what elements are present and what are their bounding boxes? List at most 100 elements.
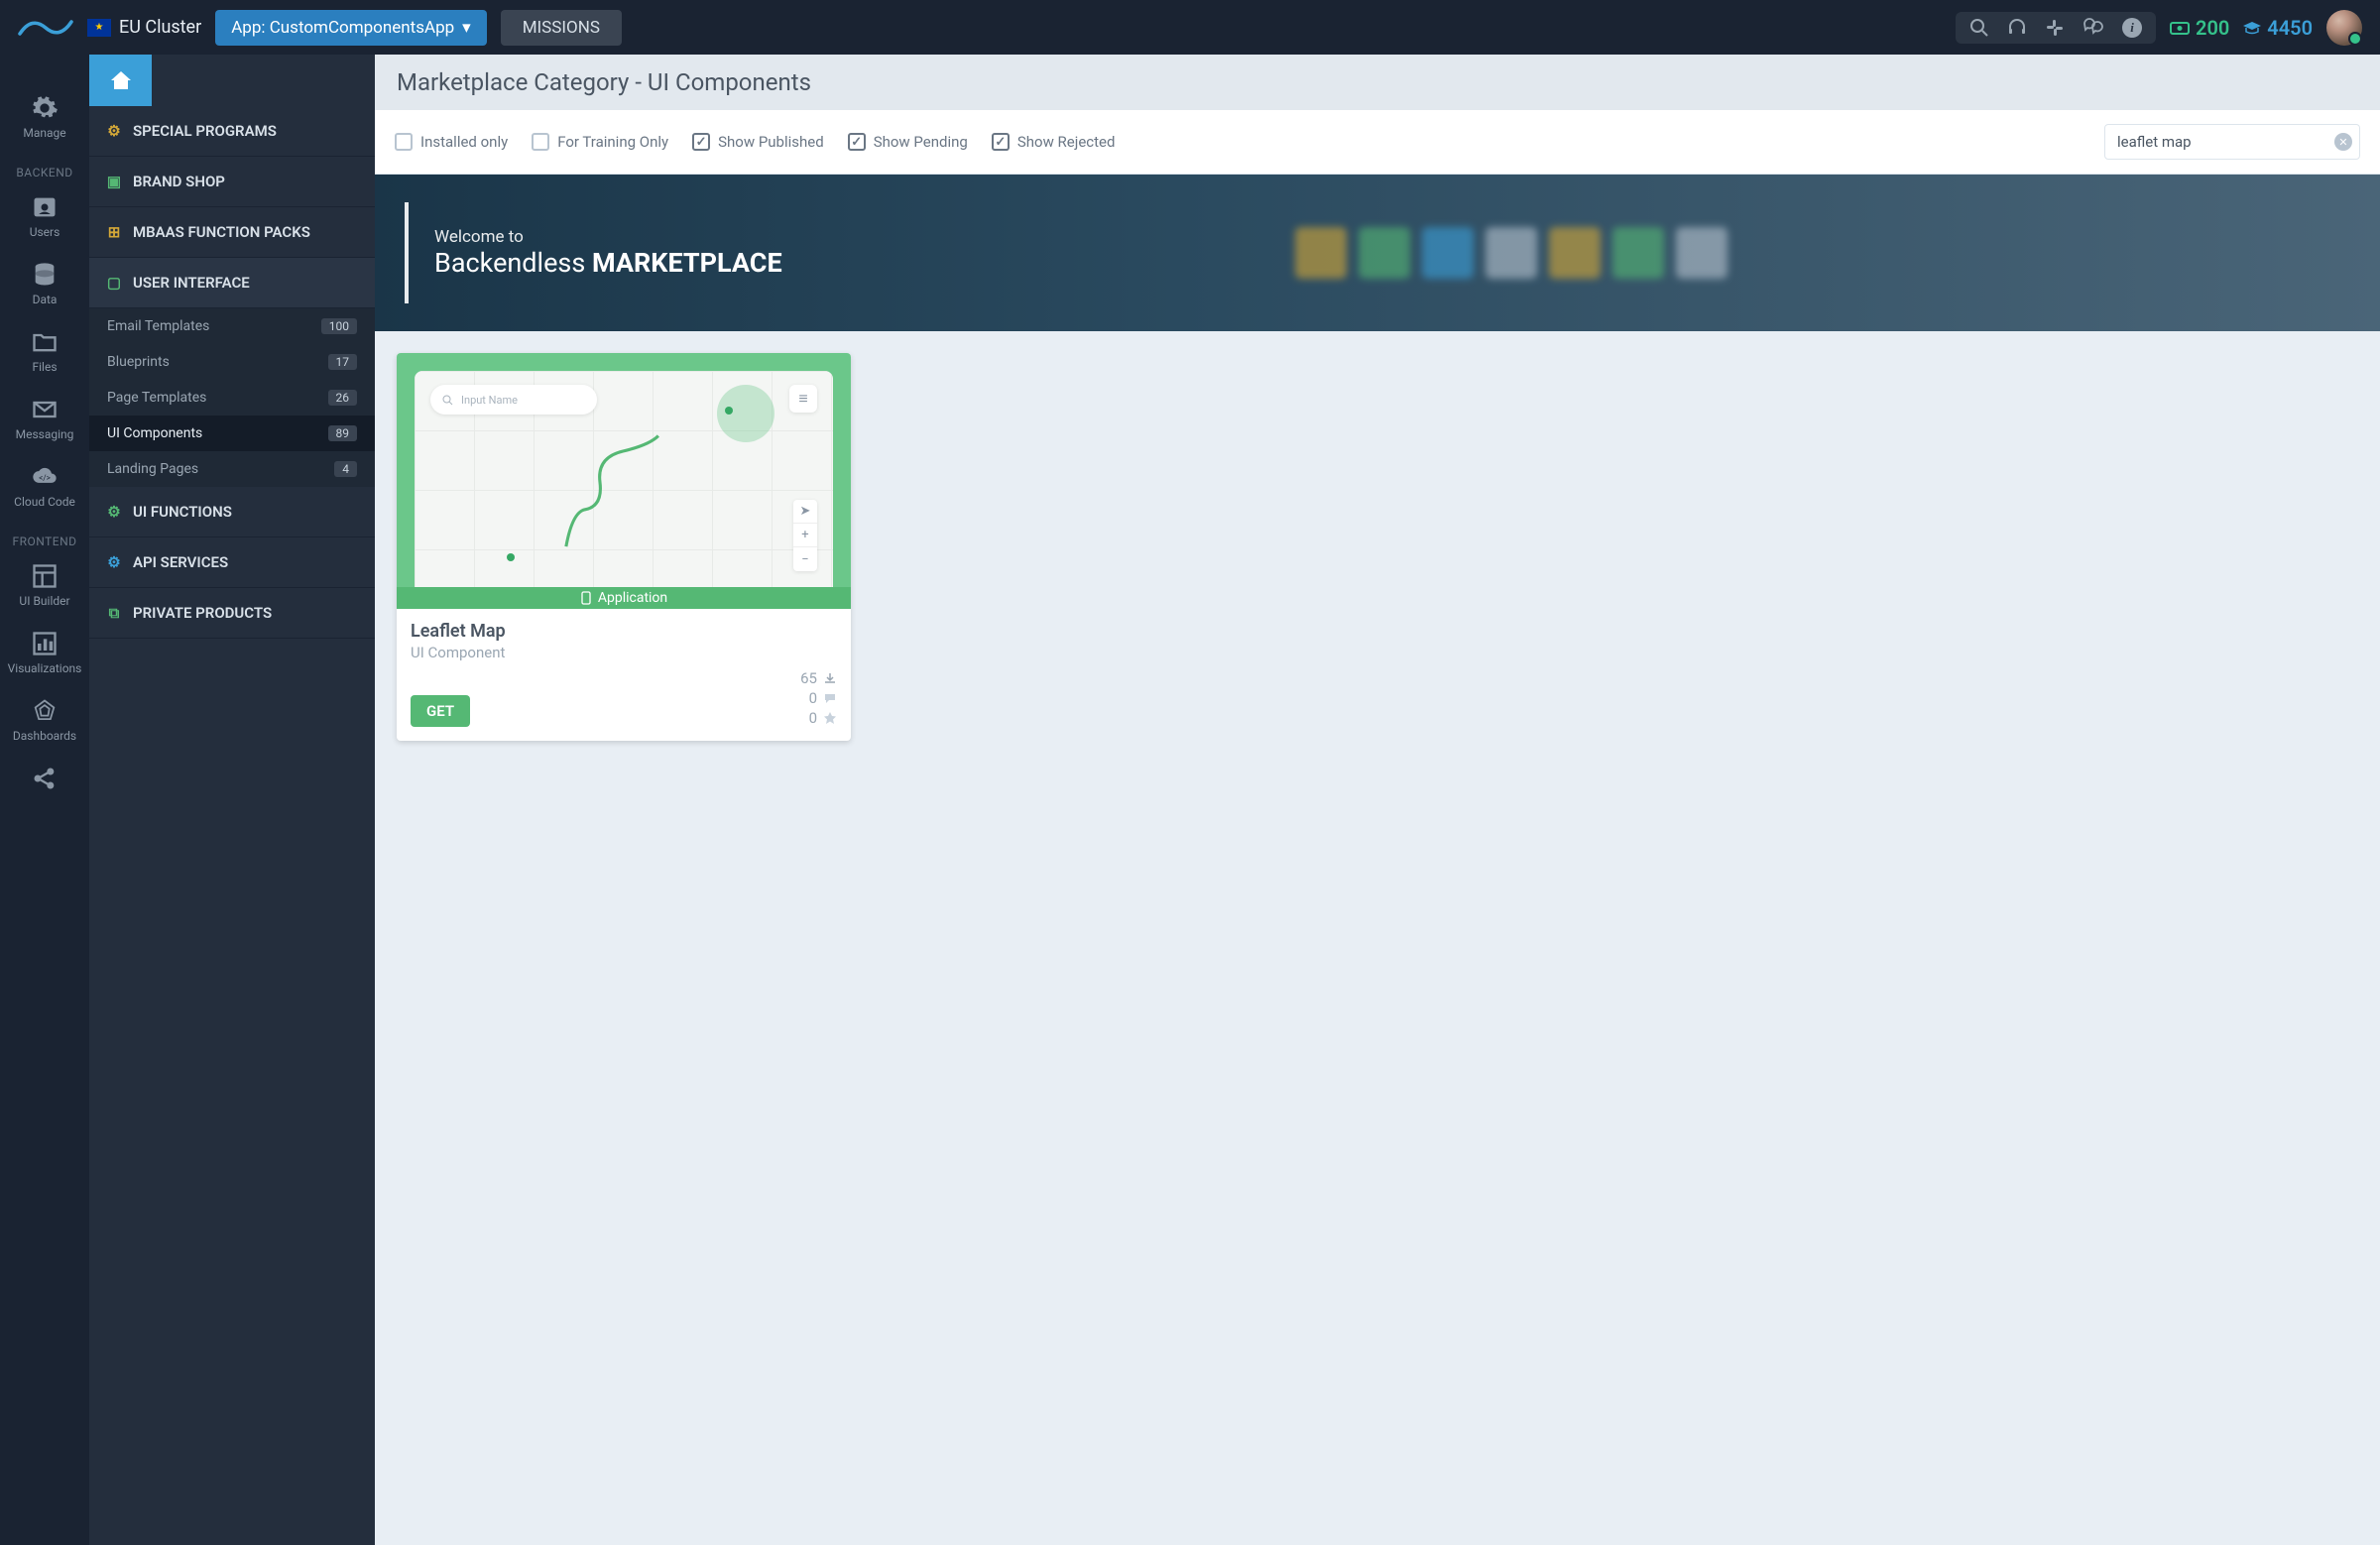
card-preview: Input Name ≡ ➤ +	[397, 353, 851, 609]
zoom-out-icon: −	[793, 547, 817, 571]
hero-welcome: Welcome to	[434, 227, 782, 247]
sub-blueprints[interactable]: Blueprints 17	[89, 344, 375, 380]
section-api-services[interactable]: ⚙ API SERVICES	[89, 537, 375, 588]
card-subtitle: UI Component	[411, 644, 837, 661]
hero-banner: Welcome to Backendless MARKETPLACE	[375, 175, 2380, 331]
missions-button[interactable]: MISSIONS	[501, 10, 622, 46]
rail-share[interactable]	[31, 765, 59, 792]
filter-show-published[interactable]: Show Published	[692, 133, 824, 151]
sub-ui-components[interactable]: UI Components 89	[89, 416, 375, 451]
section-brand-shop[interactable]: ▣ BRAND SHOP	[89, 157, 375, 207]
topbar-icon-group: i	[1956, 12, 2156, 44]
radar-icon	[31, 697, 59, 725]
search-input[interactable]	[2104, 124, 2360, 160]
grad-credit[interactable]: 4450	[2241, 16, 2313, 40]
nav-rail: Manage BACKEND Users Data Files Messagin…	[0, 55, 89, 1545]
headset-icon[interactable]	[2007, 18, 2027, 38]
sub-page-templates[interactable]: Page Templates 26	[89, 380, 375, 416]
card-stats: 65 0 0	[800, 669, 837, 727]
caret-down-icon: ▾	[462, 18, 471, 38]
envelope-icon	[31, 396, 59, 423]
comment-icon	[823, 691, 837, 705]
rail-files[interactable]: Files	[31, 328, 59, 374]
page-title: Marketplace Category - UI Components	[375, 55, 2380, 110]
filter-training-only[interactable]: For Training Only	[532, 133, 668, 151]
rail-cloud-code[interactable]: </> Cloud Code	[14, 463, 75, 509]
filter-show-pending[interactable]: Show Pending	[848, 133, 968, 151]
gears-icon: ⚙	[105, 553, 123, 571]
gear-icon	[31, 94, 59, 122]
search-icon[interactable]	[1969, 18, 1989, 38]
search-icon	[442, 395, 453, 406]
avatar[interactable]	[2326, 10, 2362, 46]
section-ui-functions[interactable]: ⚙ UI FUNCTIONS	[89, 487, 375, 537]
gears-icon: ⚙	[105, 122, 123, 140]
svg-text:</>: </>	[39, 473, 51, 483]
map-controls: ➤ + −	[793, 500, 817, 571]
product-card-leaflet-map[interactable]: Input Name ≡ ➤ +	[397, 353, 851, 741]
phone-icon	[580, 591, 592, 605]
rail-data[interactable]: Data	[31, 261, 59, 306]
plus-box-icon: ⊞	[105, 223, 123, 241]
map-search-mock: Input Name	[430, 385, 597, 415]
share-icon	[31, 765, 59, 792]
slack-icon[interactable]	[2045, 18, 2065, 38]
results-grid: Input Name ≡ ➤ +	[375, 331, 2380, 763]
home-icon	[108, 67, 134, 93]
star-icon	[823, 711, 837, 725]
rail-users[interactable]: Users	[30, 193, 60, 239]
search-wrap: ✕	[2104, 124, 2360, 160]
credits: 200 4450	[2170, 16, 2313, 40]
download-icon	[823, 671, 837, 685]
users-icon	[31, 193, 59, 221]
map-menu-icon: ≡	[789, 385, 817, 413]
layout-icon	[31, 562, 59, 590]
handshake-icon: ⧉	[105, 604, 123, 622]
rail-header-backend: BACKEND	[16, 166, 72, 179]
info-icon[interactable]: i	[2122, 18, 2142, 38]
card-tag: Application	[397, 587, 851, 609]
sidebar: ⚙ SPECIAL PROGRAMS ▣ BRAND SHOP ⊞ MBAAS …	[89, 55, 375, 1545]
chat-icon[interactable]	[2082, 18, 2104, 38]
rail-messaging[interactable]: Messaging	[16, 396, 74, 441]
cluster-selector[interactable]: ★ EU Cluster	[87, 17, 201, 38]
rail-dashboards[interactable]: Dashboards	[13, 697, 76, 743]
database-icon	[31, 261, 59, 289]
app-selector[interactable]: App: CustomComponentsApp ▾	[215, 10, 487, 46]
hero-title: Backendless MARKETPLACE	[434, 247, 782, 279]
filter-installed-only[interactable]: Installed only	[395, 133, 508, 151]
sub-email-templates[interactable]: Email Templates 100	[89, 308, 375, 344]
rail-manage[interactable]: Manage	[23, 94, 65, 140]
topbar: ★ EU Cluster App: CustomComponentsApp ▾ …	[0, 0, 2380, 55]
graduation-icon	[2241, 20, 2263, 36]
section-special-programs[interactable]: ⚙ SPECIAL PROGRAMS	[89, 106, 375, 157]
sub-landing-pages[interactable]: Landing Pages 4	[89, 451, 375, 487]
logo-icon[interactable]	[18, 14, 73, 42]
rail-header-frontend: FRONTEND	[12, 535, 76, 548]
section-mbaas-packs[interactable]: ⊞ MBAAS FUNCTION PACKS	[89, 207, 375, 258]
rail-ui-builder[interactable]: UI Builder	[19, 562, 69, 608]
folder-icon	[31, 328, 59, 356]
locate-icon: ➤	[793, 500, 817, 524]
monitor-icon: ▢	[105, 274, 123, 292]
get-button[interactable]: GET	[411, 695, 470, 727]
ui-sub-items: Email Templates 100 Blueprints 17 Page T…	[89, 308, 375, 487]
money-credit[interactable]: 200	[2170, 16, 2229, 40]
filters-row: Installed only For Training Only Show Pu…	[375, 110, 2380, 175]
main-content: Marketplace Category - UI Components Ins…	[375, 55, 2380, 1545]
cloud-code-icon: </>	[31, 463, 59, 491]
section-user-interface[interactable]: ▢ USER INTERFACE	[89, 258, 375, 308]
clear-search-icon[interactable]: ✕	[2334, 133, 2352, 151]
eu-flag-icon: ★	[87, 19, 111, 37]
gears-icon: ⚙	[105, 503, 123, 521]
shop-icon: ▣	[105, 173, 123, 190]
section-private-products[interactable]: ⧉ PRIVATE PRODUCTS	[89, 588, 375, 639]
app-selector-label: App: CustomComponentsApp	[231, 18, 454, 38]
hero-blur-bg	[1277, 175, 2380, 331]
filter-show-rejected[interactable]: Show Rejected	[992, 133, 1116, 151]
home-button[interactable]	[89, 55, 152, 106]
zoom-in-icon: +	[793, 524, 817, 547]
card-title: Leaflet Map	[411, 621, 837, 642]
rail-visualizations[interactable]: Visualizations	[8, 630, 82, 675]
chart-icon	[31, 630, 59, 657]
